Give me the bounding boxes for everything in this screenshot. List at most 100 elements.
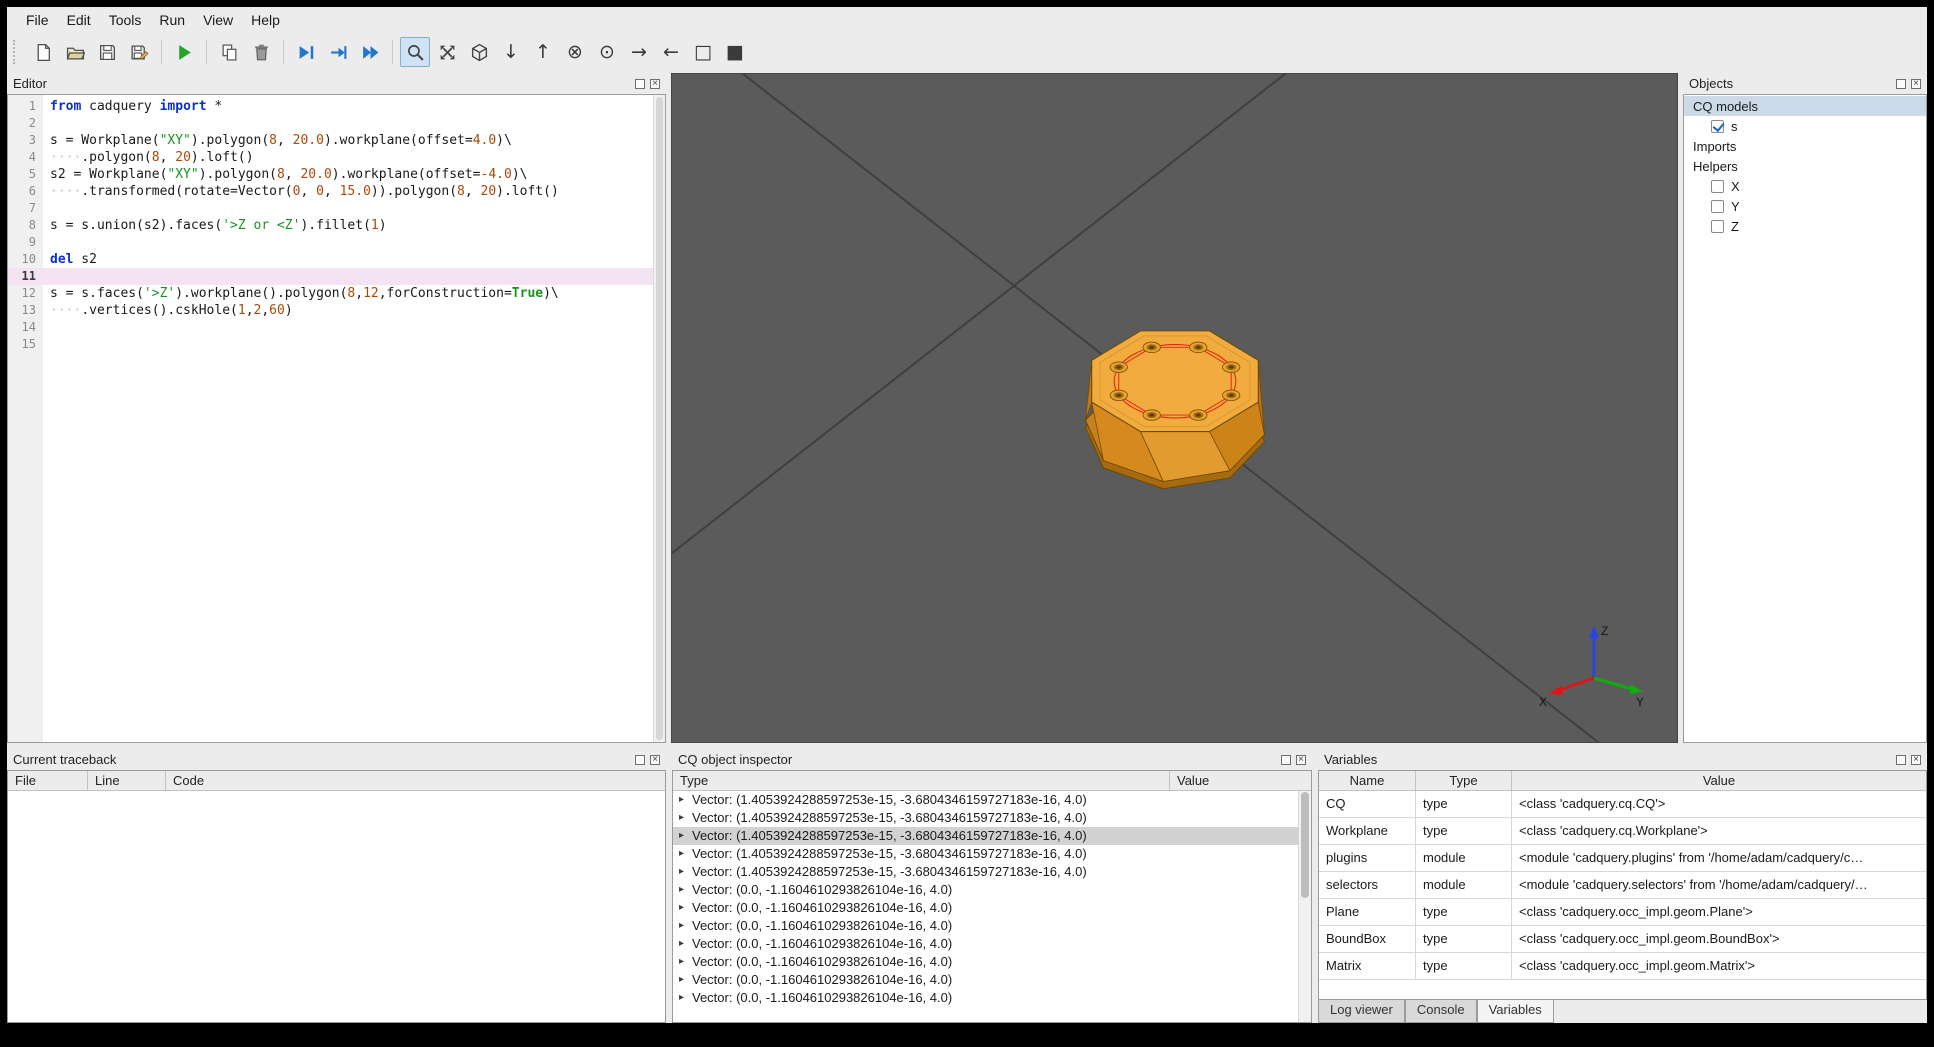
close-panel-icon[interactable] [650,754,660,765]
menu-help[interactable]: Help [242,9,289,31]
close-panel-icon[interactable] [1296,754,1306,765]
menu-tools[interactable]: Tools [100,9,151,31]
variable-row[interactable]: Plane type <class 'cadquery.occ_impl.geom.… [1319,899,1926,926]
right-view-button[interactable]: ← [656,37,686,67]
code-line-10[interactable]: del s2 [50,251,653,268]
inspector-row[interactable]: ▸ Vector: (0.0, -1.1604610293826104e-16, … [673,971,1298,989]
expander-icon[interactable]: ▸ [679,917,692,935]
tab-log-viewer[interactable]: Log viewer [1318,1000,1405,1023]
inspector-row[interactable]: ▸ Vector: (0.0, -1.1604610293826104e-16, … [673,953,1298,971]
code-line-8[interactable]: s = s.union(s2).faces('>Z or <Z').fillet… [50,217,653,234]
expander-icon[interactable]: ▸ [679,989,692,1007]
continue-button[interactable] [355,37,385,67]
code-line-14[interactable] [50,319,653,336]
top-view-button[interactable]: ↓ [496,37,526,67]
expander-icon[interactable]: ▸ [679,899,692,917]
fit-view-button[interactable] [432,37,462,67]
traceback-column-code[interactable]: Code [166,771,665,790]
variable-row[interactable]: Workplane type <class 'cadquery.cq.Workpla… [1319,818,1926,845]
objects-helper-y[interactable]: Y [1684,196,1926,216]
code-line-9[interactable] [50,234,653,251]
objects-item-helpers[interactable]: Helpers [1684,156,1926,176]
variable-row[interactable]: plugins module <module 'cadquery.plugins' … [1319,845,1926,872]
open-button[interactable] [60,37,90,67]
undock-panel-icon[interactable] [1896,78,1906,89]
scrollbar-thumb[interactable] [1301,792,1309,899]
wireframe-button[interactable]: □ [688,37,718,67]
close-panel-icon[interactable] [650,78,660,89]
inspector-column-value[interactable]: Value [1170,771,1311,790]
code-line-4[interactable]: ····.polygon(8, 20).loft() [50,149,653,166]
code-line-5[interactable]: s2 = Workplane("XY").polygon(8, 20.0).wo… [50,166,653,183]
inspector-row[interactable]: ▸ Vector: (0.0, -1.1604610293826104e-16, … [673,899,1298,917]
variable-row[interactable]: BoundBox type <class 'cadquery.occ_impl.ge… [1319,926,1926,953]
expander-icon[interactable]: ▸ [679,809,692,827]
inspector-row[interactable]: ▸ Vector: (0.0, -1.1604610293826104e-16, … [673,989,1298,1007]
undock-panel-icon[interactable] [635,78,645,89]
shaded-button[interactable]: ■ [720,37,750,67]
checkbox[interactable] [1711,179,1724,193]
code-line-13[interactable]: ····.vertices().cskHole(1,2,60) [50,302,653,319]
debug-button[interactable] [291,37,321,67]
step-button[interactable] [323,37,353,67]
inspector-column-type[interactable]: Type [673,771,1170,790]
delete-button[interactable] [246,37,276,67]
inspector-row[interactable]: ▸ Vector: (0.0, -1.1604610293826104e-16, … [673,917,1298,935]
variable-row[interactable]: selectors module <module 'cadquery.selecto… [1319,872,1926,899]
menu-file[interactable]: File [17,9,58,31]
close-panel-icon[interactable] [1911,78,1921,89]
code-line-15[interactable] [50,336,653,353]
variable-row[interactable]: CQ type <class 'cadquery.cq.CQ'> [1319,791,1926,818]
objects-helper-x[interactable]: X [1684,176,1926,196]
copy-button[interactable] [214,37,244,67]
menu-view[interactable]: View [194,9,242,31]
viewport-3d[interactable]: Z Y X [671,73,1678,743]
close-panel-icon[interactable] [1911,754,1921,765]
left-view-button[interactable]: → [624,37,654,67]
variables-column-type[interactable]: Type [1416,771,1512,790]
expander-icon[interactable]: ▸ [679,971,692,989]
save-as-button[interactable] [124,37,154,67]
iso-view-button[interactable] [464,37,494,67]
code-line-6[interactable]: ····.transformed(rotate=Vector(0, 0, 15.… [50,183,653,200]
undock-panel-icon[interactable] [1281,754,1291,765]
inspector-row[interactable]: ▸ Vector: (0.0, -1.1604610293826104e-16, … [673,935,1298,953]
preserve-zoom-button[interactable] [400,37,430,67]
toolbar-handle[interactable] [13,40,21,64]
expander-icon[interactable]: ▸ [679,791,692,809]
objects-item-s[interactable]: s [1684,116,1926,136]
expander-icon[interactable]: ▸ [679,953,692,971]
expander-icon[interactable]: ▸ [679,863,692,881]
undock-panel-icon[interactable] [635,754,645,765]
inspector-row[interactable]: ▸ Vector: (0.0, -1.1604610293826104e-16, … [673,881,1298,899]
variables-column-name[interactable]: Name [1319,771,1416,790]
inspector-row[interactable]: ▸ Vector: (1.4053924288597253e-15, -3.680… [673,827,1298,845]
inspector-row[interactable]: ▸ Vector: (1.4053924288597253e-15, -3.680… [673,863,1298,881]
expander-icon[interactable]: ▸ [679,881,692,899]
expander-icon[interactable]: ▸ [679,935,692,953]
save-button[interactable] [92,37,122,67]
render-button[interactable] [169,37,199,67]
inspector-row[interactable]: ▸ Vector: (1.4053924288597253e-15, -3.680… [673,791,1298,809]
back-view-button[interactable]: ⊙ [592,37,622,67]
checkbox[interactable] [1711,199,1724,213]
editor-code[interactable]: from cadquery import * s = Workplane("XY"… [43,95,653,742]
new-file-button[interactable] [28,37,58,67]
checkbox[interactable] [1711,119,1724,133]
inspector-row[interactable]: ▸ Vector: (1.4053924288597253e-15, -3.680… [673,845,1298,863]
variables-column-value[interactable]: Value [1512,771,1926,790]
bottom-view-button[interactable]: ↑ [528,37,558,67]
inspector-scrollbar[interactable] [1298,791,1311,1022]
inspector-row[interactable]: ▸ Vector: (1.4053924288597253e-15, -3.680… [673,809,1298,827]
scrollbar-thumb[interactable] [656,97,663,740]
menu-run[interactable]: Run [150,9,194,31]
front-view-button[interactable]: ⊗ [560,37,590,67]
traceback-column-file[interactable]: File [8,771,88,790]
undock-panel-icon[interactable] [1896,754,1906,765]
code-line-2[interactable] [50,115,653,132]
objects-helper-z[interactable]: Z [1684,216,1926,236]
editor-scrollbar[interactable] [653,95,665,742]
code-line-7[interactable] [50,200,653,217]
expander-icon[interactable]: ▸ [679,845,692,863]
code-line-1[interactable]: from cadquery import * [50,98,653,115]
